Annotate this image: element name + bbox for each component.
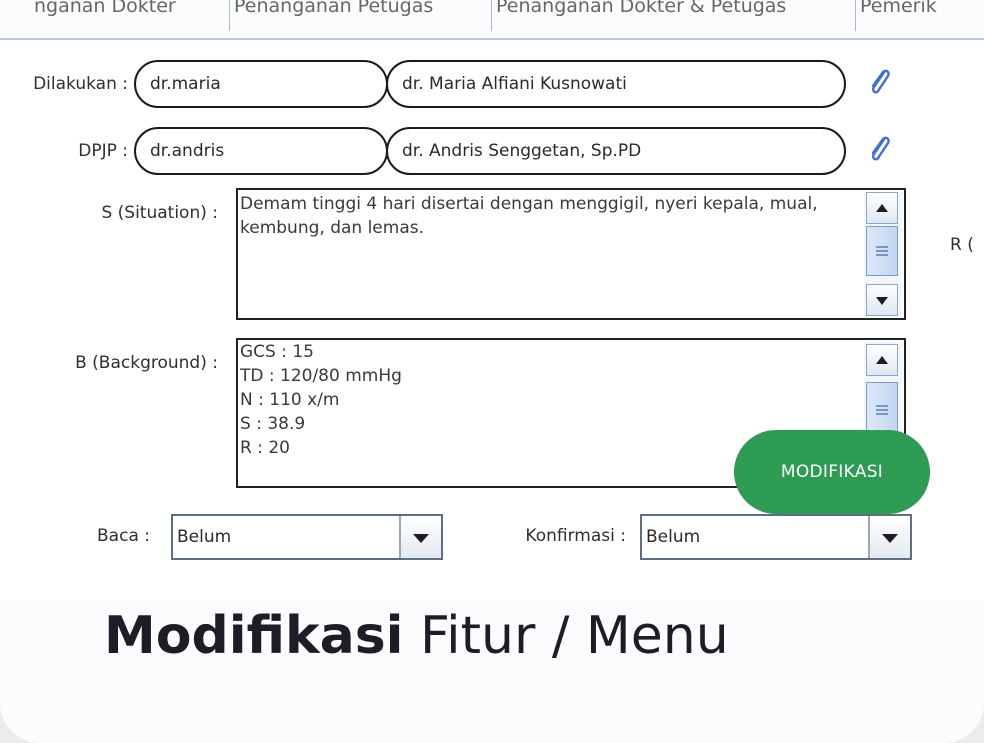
paperclip-icon[interactable] — [866, 132, 892, 166]
konfirmasi-select[interactable]: Belum — [640, 514, 912, 560]
dilakukan-name-field[interactable]: dr. Maria Alfiani Kusnowati — [386, 60, 846, 108]
recommendation-label-cut: R ( — [950, 235, 974, 255]
vertical-scrollbar[interactable] — [864, 192, 902, 316]
baca-label: Baca : — [97, 526, 150, 546]
sbar-form: Dilakukan : dr.maria dr. Maria Alfiani K… — [0, 40, 984, 600]
dpjp-code-field[interactable]: dr.andris — [134, 127, 388, 175]
paperclip-icon[interactable] — [866, 65, 892, 99]
konfirmasi-value: Belum — [646, 527, 701, 547]
caption-bold: Modifikasi — [104, 606, 404, 666]
caption-rest: Fitur / Menu — [403, 606, 729, 666]
arrow-up-icon[interactable] — [866, 344, 898, 376]
konfirmasi-label: Konfirmasi : — [525, 526, 626, 546]
situation-text: Demam tinggi 4 hari disertai dengan meng… — [240, 194, 824, 238]
tab-pemeriksaan[interactable]: Pemerik — [856, 0, 984, 31]
caret-down-icon[interactable] — [399, 516, 441, 558]
arrow-up-icon[interactable] — [866, 192, 898, 224]
baca-select[interactable]: Belum — [171, 514, 443, 560]
scroll-thumb[interactable] — [866, 226, 898, 276]
screenshot-card: nganan Dokter Penanganan Petugas Penanga… — [0, 0, 984, 743]
background-label: B (Background) : — [75, 353, 218, 373]
tab-penanganan-dokter[interactable]: nganan Dokter — [30, 0, 230, 31]
dpjp-label: DPJP : — [78, 141, 128, 161]
tab-penanganan-petugas[interactable]: Penanganan Petugas — [230, 0, 492, 31]
arrow-down-icon[interactable] — [866, 284, 898, 316]
caret-down-icon[interactable] — [868, 516, 910, 558]
dilakukan-label: Dilakukan : — [33, 74, 128, 94]
tab-strip: nganan Dokter Penanganan Petugas Penanga… — [0, 0, 984, 40]
situation-label: S (Situation) : — [101, 203, 218, 223]
baca-value: Belum — [177, 527, 232, 547]
dilakukan-code-field[interactable]: dr.maria — [134, 60, 388, 108]
dpjp-name-field[interactable]: dr. Andris Senggetan, Sp.PD — [386, 127, 846, 175]
caption-title: Modifikasi Fitur / Menu — [104, 606, 729, 666]
modifikasi-badge: MODIFIKASI — [734, 430, 930, 514]
situation-textarea[interactable]: Demam tinggi 4 hari disertai dengan meng… — [236, 188, 906, 320]
tab-penanganan-dokter-petugas[interactable]: Penanganan Dokter & Petugas — [492, 0, 856, 31]
